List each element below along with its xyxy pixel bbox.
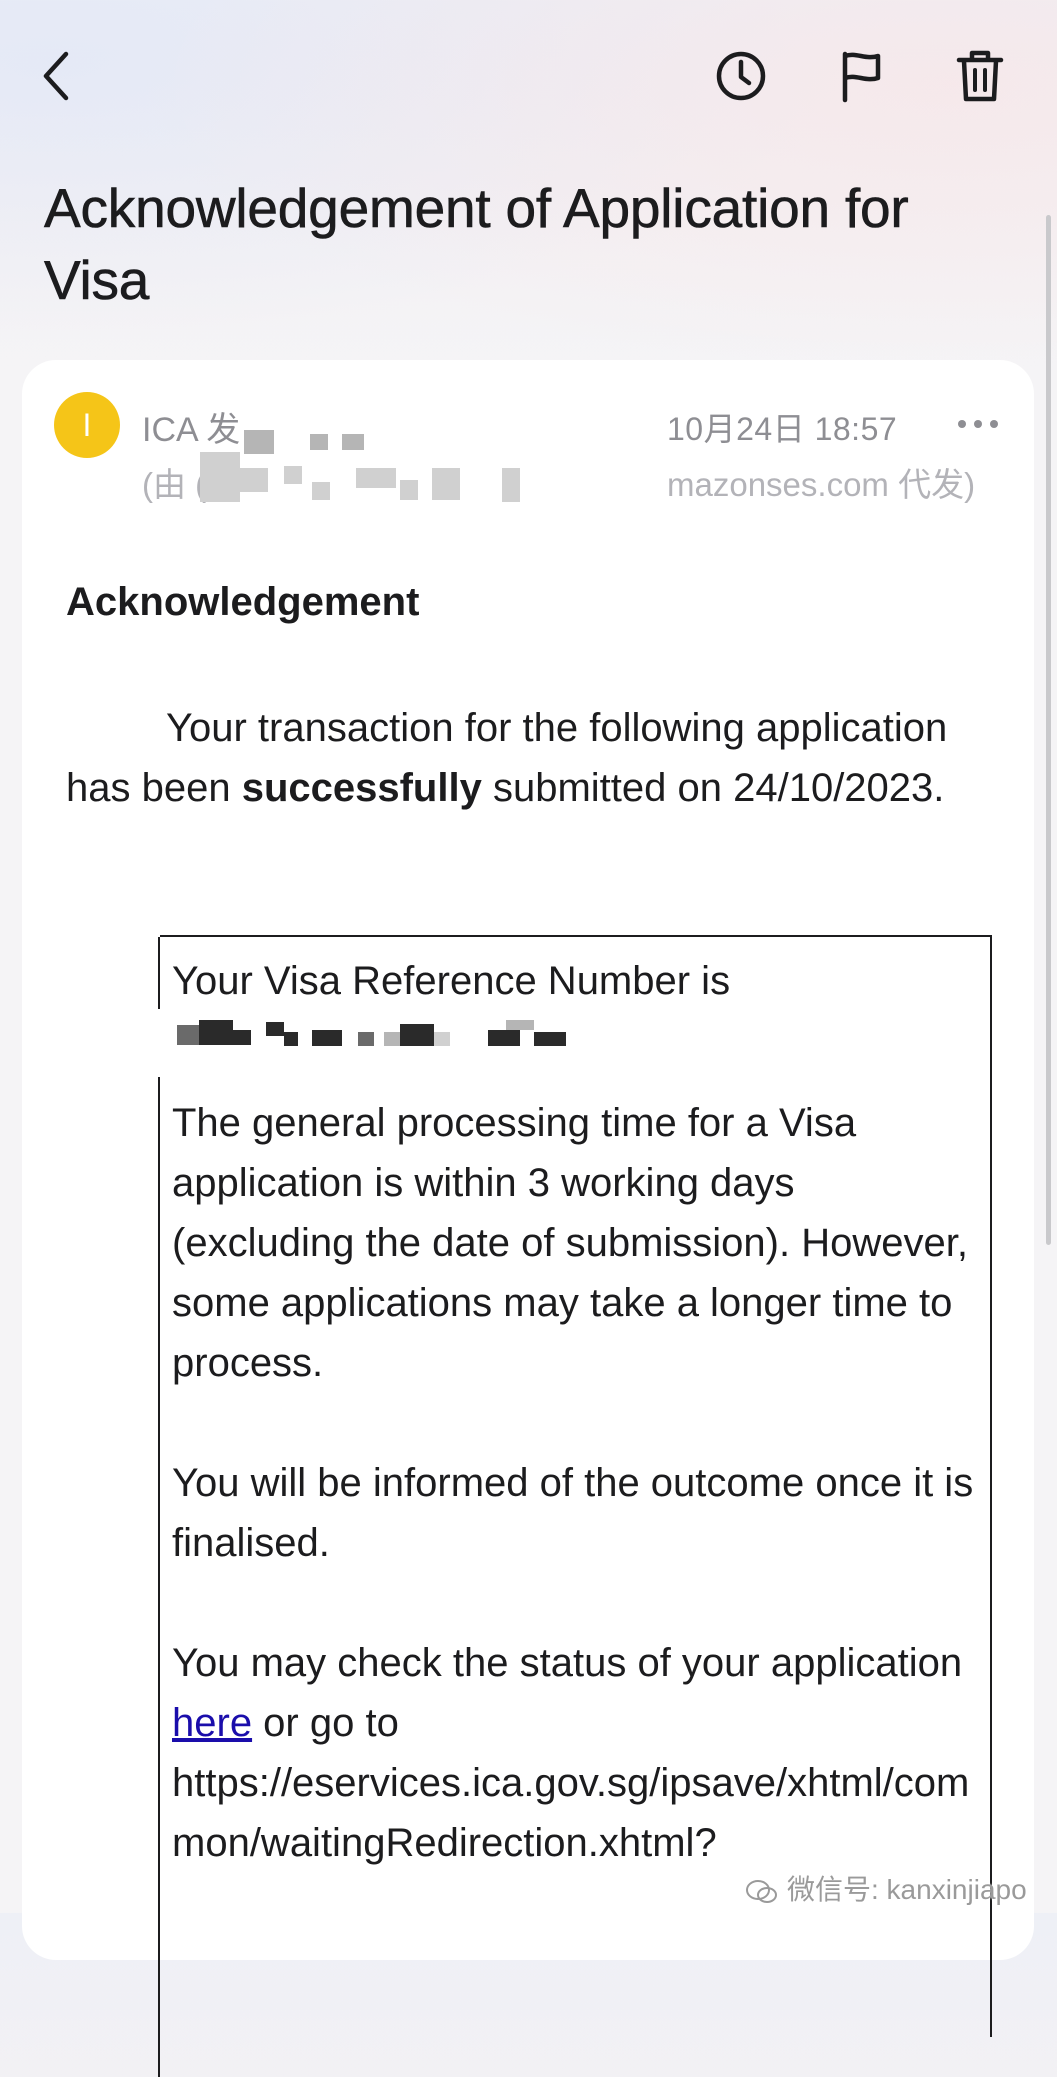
- redaction-block: [400, 1024, 434, 1046]
- redaction-block: [434, 1032, 450, 1046]
- redaction-block: [199, 1020, 233, 1045]
- redaction-block: [432, 468, 460, 500]
- redaction-block: [502, 468, 520, 502]
- delete-button[interactable]: [944, 40, 1016, 112]
- outcome-text: You will be informed of the outcome once…: [172, 1461, 974, 1565]
- back-button[interactable]: [20, 40, 92, 112]
- redaction-block: [284, 466, 302, 484]
- more-options-button[interactable]: [948, 404, 1008, 444]
- redaction-block: [356, 468, 396, 488]
- wechat-icon: [746, 1879, 777, 1903]
- processing-time-text: The general processing time for a Visa a…: [172, 1101, 968, 1385]
- status-here-link[interactable]: here: [172, 1701, 252, 1745]
- redaction-block: [177, 1025, 199, 1045]
- email-date: 10月24日 18:57: [667, 411, 898, 447]
- redaction-block: [284, 1032, 298, 1046]
- top-toolbar: [0, 0, 1057, 150]
- watermark-text: 微信号: kanxinjiapo: [787, 1874, 1027, 1905]
- more-icon: [958, 420, 998, 428]
- redaction-block: [244, 430, 274, 454]
- clock-icon: [716, 51, 766, 101]
- redaction-block: [200, 452, 240, 502]
- sender-name[interactable]: ICA 发: [142, 402, 240, 451]
- snooze-button[interactable]: [705, 40, 777, 112]
- redaction-block: [534, 1032, 566, 1046]
- redaction-block: [312, 482, 330, 500]
- redaction-block: [400, 480, 418, 500]
- email-subject: Acknowledgement of Application for Visa: [44, 177, 909, 312]
- redaction-block: [488, 1030, 520, 1046]
- redaction-block: [240, 468, 268, 492]
- body-heading: Acknowledgement: [66, 580, 420, 624]
- wechat-watermark: 微信号: kanxinjiapo: [745, 1868, 1027, 1908]
- email-card: I ICA 发 10月24日 18:57 (由 ( mazonses.com 代…: [22, 360, 1034, 2077]
- intro-bold: successfully: [241, 766, 482, 810]
- redaction-block: [506, 1020, 534, 1030]
- sent-via-domain: mazonses.com 代发): [667, 466, 976, 503]
- flag-button[interactable]: [825, 40, 897, 112]
- status-text: You may check the status of your applica…: [172, 1641, 963, 1745]
- chevron-left-icon: [43, 51, 69, 101]
- redaction-block: [342, 434, 364, 450]
- reference-number-label: Your Visa Reference Number is: [172, 959, 731, 1003]
- scrollbar[interactable]: [1046, 215, 1051, 1245]
- sent-via-prefix: (由 (: [142, 466, 207, 503]
- flag-icon: [842, 51, 881, 103]
- redaction-block: [266, 1022, 284, 1036]
- trash-icon: [956, 50, 1004, 102]
- reference-box-text: Your Visa Reference Number is The genera…: [172, 951, 984, 1873]
- intro-text-end: submitted on 24/10/2023.: [481, 766, 945, 810]
- redaction-block: [358, 1032, 374, 1046]
- redaction-block: [312, 1030, 342, 1046]
- sender-avatar[interactable]: I: [54, 392, 120, 458]
- status-url[interactable]: https://eservices.ica.gov.sg/ipsave/xhtm…: [172, 1753, 984, 1873]
- redaction-block: [384, 1032, 400, 1046]
- redaction-block: [310, 434, 328, 450]
- intro-paragraph: Your transaction for the following appli…: [66, 698, 966, 818]
- redaction-block: [233, 1030, 251, 1045]
